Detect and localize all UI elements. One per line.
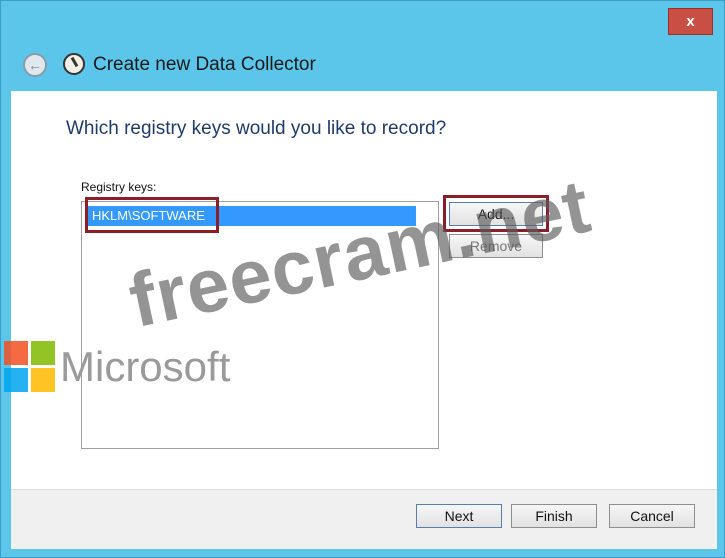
wizard-footer: Next Finish Cancel bbox=[11, 489, 717, 549]
close-icon: x bbox=[686, 13, 695, 30]
registry-keys-label: Registry keys: bbox=[81, 180, 157, 194]
logo-blue-square bbox=[4, 368, 28, 392]
back-arrow-icon: ← bbox=[28, 57, 42, 73]
finish-button[interactable]: Finish bbox=[511, 504, 597, 528]
annotation-box-registry-item bbox=[85, 197, 219, 233]
cancel-button[interactable]: Cancel bbox=[609, 504, 695, 528]
page-question: Which registry keys would you like to re… bbox=[66, 118, 447, 139]
wizard-header: ← Create new Data Collector bbox=[11, 41, 717, 91]
logo-red-square bbox=[4, 341, 28, 365]
next-button[interactable]: Next bbox=[416, 504, 502, 528]
microsoft-wordmark: Microsoft bbox=[60, 343, 231, 390]
logo-yellow-square bbox=[31, 368, 55, 392]
logo-green-square bbox=[31, 341, 55, 365]
window-title: Create new Data Collector bbox=[93, 54, 316, 75]
microsoft-logo-icon bbox=[4, 341, 56, 393]
back-button[interactable]: ← bbox=[23, 53, 47, 77]
data-collector-icon bbox=[63, 53, 85, 75]
close-button[interactable]: x bbox=[668, 8, 713, 35]
